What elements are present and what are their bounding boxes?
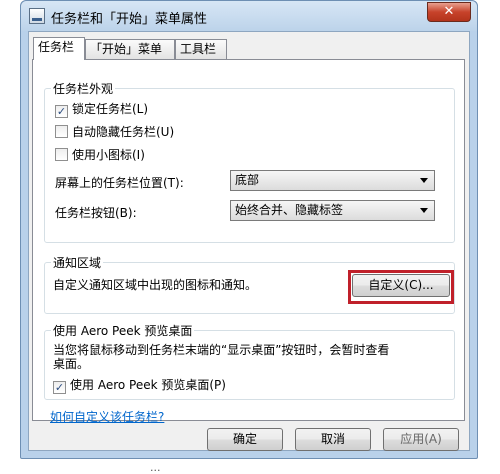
aero-peek-description-line2: 桌面。 (53, 357, 90, 371)
taskbar-app-icon (29, 8, 45, 24)
taskbar-position-label: 屏幕上的任务栏位置(T): (55, 176, 184, 190)
autohide-checkbox[interactable] (55, 125, 68, 138)
taskbar-buttons-value: 始终合并、隐藏标签 (235, 203, 344, 217)
tab-taskbar[interactable]: 任务栏 (33, 37, 85, 60)
dropdown-arrow-icon (420, 208, 428, 213)
lock-taskbar-label: 锁定任务栏(L) (72, 102, 149, 116)
lock-taskbar-option[interactable]: ✓ 锁定任务栏(L) (55, 100, 148, 118)
notification-group-label: 通知区域 (53, 256, 102, 270)
title-bar[interactable]: 任务栏和「开始」菜单属性 ✕ (21, 1, 477, 31)
aero-peek-option[interactable]: ✓ 使用 Aero Peek 预览桌面(P) (53, 376, 226, 394)
taskbar-position-value: 底部 (235, 173, 260, 187)
small-icons-option[interactable]: 使用小图标(I) (55, 146, 145, 163)
aero-peek-checkbox[interactable]: ✓ (53, 381, 66, 394)
highlight-box (348, 270, 454, 304)
autohide-label: 自动隐藏任务栏(U) (72, 125, 175, 139)
dialog-body: 任务栏 「开始」菜单 工具栏 任务栏外观 ✓ 锁定任务栏(L) 自动隐藏任务栏(U… (28, 31, 470, 451)
autohide-option[interactable]: 自动隐藏任务栏(U) (55, 123, 174, 140)
ok-button[interactable]: 确定 (207, 428, 283, 451)
small-icons-label: 使用小图标(I) (72, 148, 145, 162)
help-link[interactable]: 如何自定义该任务栏? (50, 408, 164, 425)
window-title: 任务栏和「开始」菜单属性 (51, 12, 208, 27)
taskbar-buttons-label: 任务栏按钮(B): (55, 206, 137, 220)
taskbar-tab-panel: 任务栏外观 ✓ 锁定任务栏(L) 自动隐藏任务栏(U) 使用小图标(I) 屏幕上的… (32, 59, 465, 424)
taskbar-position-dropdown[interactable]: 底部 (230, 170, 435, 191)
aero-peek-label: 使用 Aero Peek 预览桌面(P) (70, 378, 226, 392)
aero-peek-group-label: 使用 Aero Peek 预览桌面 (53, 324, 193, 338)
apply-button[interactable]: 应用(A) (383, 428, 459, 451)
taskbar-buttons-dropdown[interactable]: 始终合并、隐藏标签 (230, 200, 435, 221)
dropdown-arrow-icon (420, 178, 428, 183)
aero-peek-description-line1: 当您将鼠标移动到任务栏末端的“显示桌面”按钮时，会暂时查看 (53, 343, 390, 357)
notification-description: 自定义通知区域中出现的图标和通知。 (53, 278, 258, 292)
tab-toolbars[interactable]: 工具栏 (175, 39, 227, 59)
lock-taskbar-checkbox[interactable]: ✓ (55, 105, 68, 118)
caption-fragment: ... (150, 461, 161, 474)
appearance-group-label: 任务栏外观 (53, 82, 114, 96)
small-icons-checkbox[interactable] (55, 148, 68, 161)
tab-start-menu[interactable]: 「开始」菜单 (85, 39, 175, 59)
cancel-button[interactable]: 取消 (295, 428, 371, 451)
close-button[interactable]: ✕ (427, 2, 471, 22)
properties-window: 任务栏和「开始」菜单属性 ✕ 任务栏 「开始」菜单 工具栏 任务栏外观 ✓ 锁定任… (20, 0, 478, 459)
